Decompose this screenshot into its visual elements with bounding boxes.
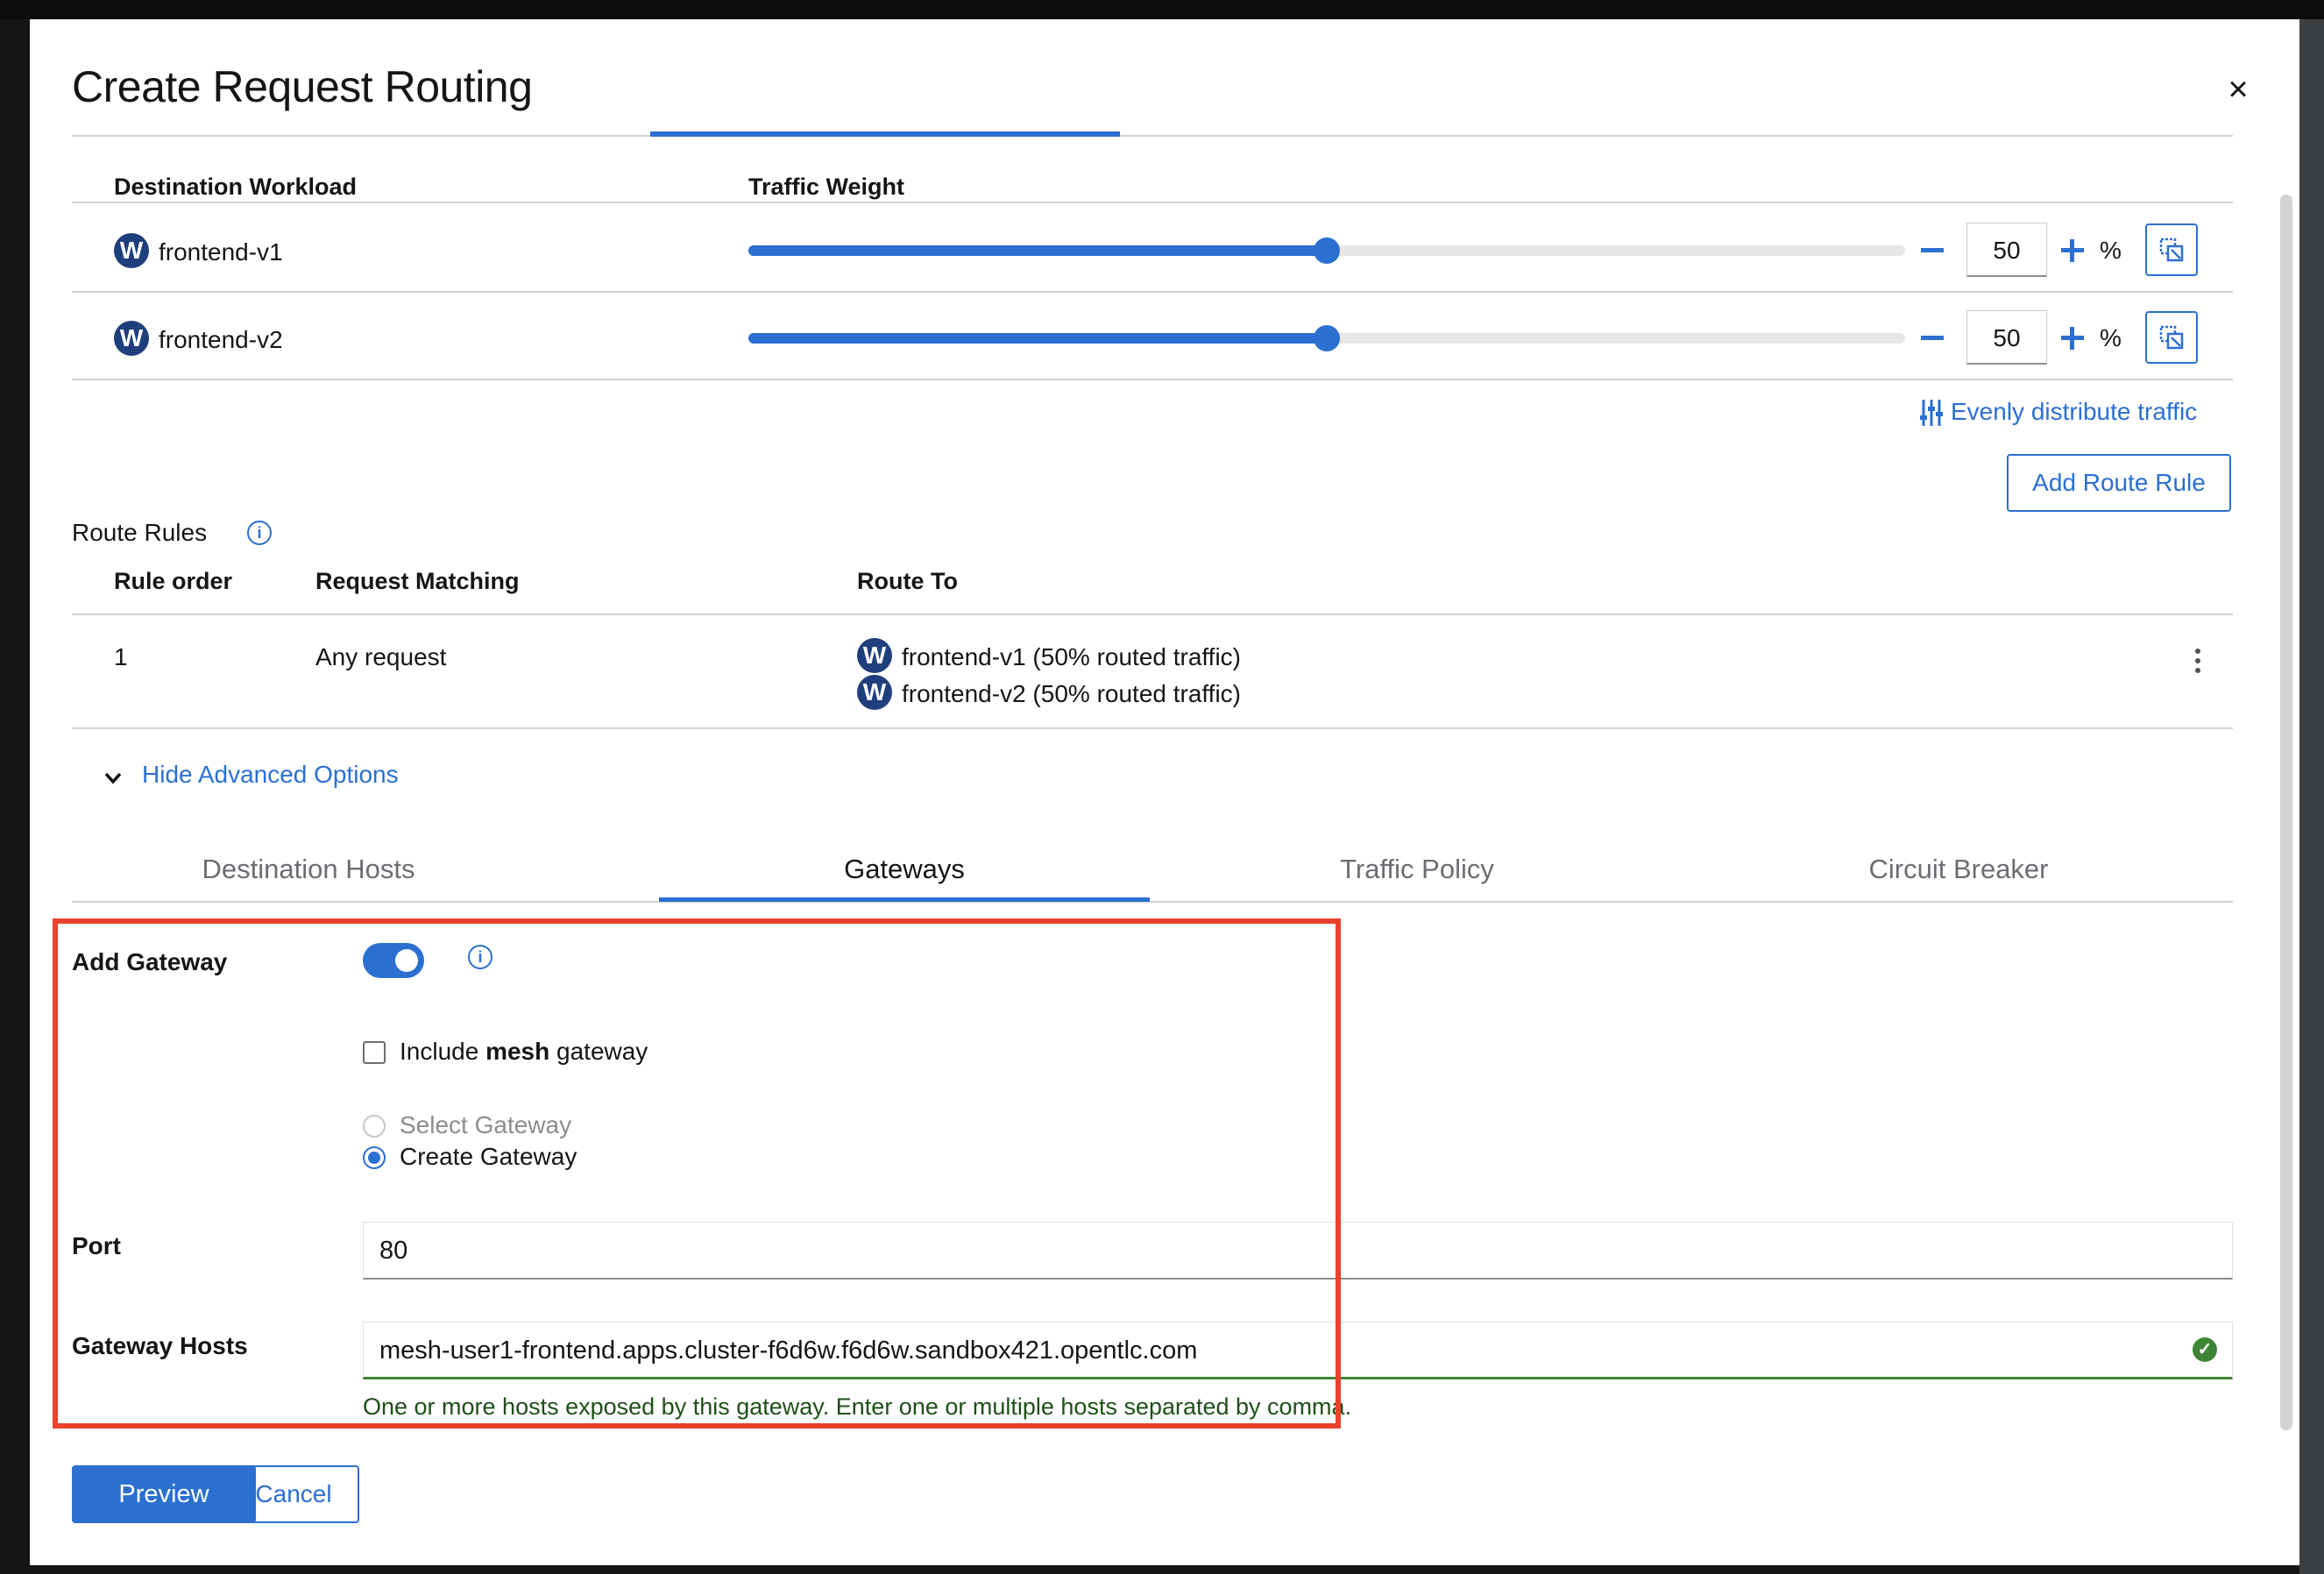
kebab-menu-icon[interactable] — [2189, 647, 2207, 682]
percent-unit: % — [2100, 237, 2122, 264]
rule-order-value: 1 — [114, 643, 128, 670]
cancel-button[interactable]: Cancel — [228, 1465, 359, 1523]
workloads-header-divider — [72, 202, 2233, 203]
workload-name: frontend-v2 — [159, 326, 283, 353]
dialog-title: Create Request Routing — [72, 62, 533, 111]
check-circle-icon: ✓ — [2193, 1337, 2217, 1362]
workload-badge-icon: W — [114, 233, 149, 268]
traffic-weight-slider-handle[interactable] — [1314, 325, 1340, 351]
top-tabs-divider — [72, 135, 2233, 137]
tab-traffic-policy[interactable]: Traffic Policy — [1150, 854, 1684, 885]
column-header-request-matching: Request Matching — [315, 568, 520, 594]
workload-name: frontend-v1 — [159, 238, 283, 266]
info-icon[interactable]: i — [247, 521, 272, 545]
traffic-weight-slider-fill — [748, 245, 1327, 256]
dialog-scrollbar[interactable] — [2280, 195, 2292, 1430]
workloads-bottom-divider — [72, 379, 2233, 380]
tab-active-indicator — [659, 897, 1150, 902]
lock-weight-link-button[interactable] — [2145, 223, 2198, 276]
route-to-value: frontend-v2 (50% routed traffic) — [902, 680, 1242, 707]
hide-advanced-options-label: Hide Advanced Options — [142, 761, 399, 788]
traffic-weight-slider-fill — [748, 333, 1327, 344]
tab-destination-hosts[interactable]: Destination Hosts — [72, 854, 545, 885]
column-header-destination-workload: Destination Workload — [114, 174, 358, 200]
workload-badge-icon: W — [857, 638, 892, 673]
decrease-weight-button[interactable] — [1921, 248, 1944, 252]
workload-badge-icon: W — [857, 675, 892, 710]
request-matching-value: Any request — [315, 643, 447, 670]
close-icon[interactable]: × — [2221, 72, 2256, 107]
route-to-value: frontend-v1 (50% routed traffic) — [902, 643, 1242, 670]
column-header-traffic-weight: Traffic Weight — [748, 174, 905, 200]
top-tab-active-indicator — [650, 131, 1120, 137]
tab-gateways[interactable]: Gateways — [659, 854, 1150, 885]
create-request-routing-dialog: Create Request Routing × Destination Wor… — [30, 19, 2299, 1565]
background-right-edge — [2299, 19, 2324, 1574]
sliders-icon — [1920, 400, 1943, 426]
traffic-weight-input[interactable]: 50 — [1966, 310, 2047, 365]
column-header-route-to: Route To — [857, 568, 958, 594]
workload-badge-icon: W — [114, 321, 149, 356]
chevron-down-icon — [104, 772, 122, 784]
link-icon — [2159, 238, 2184, 262]
add-route-rule-button[interactable]: Add Route Rule — [2007, 454, 2231, 512]
advanced-tabs-divider — [72, 901, 2233, 903]
traffic-weight-input[interactable]: 50 — [1966, 223, 2047, 277]
lock-weight-link-button[interactable] — [2145, 311, 2198, 364]
traffic-weight-slider-handle[interactable] — [1314, 238, 1340, 264]
link-icon — [2159, 325, 2184, 350]
route-rules-title: Route Rules — [72, 519, 208, 546]
highlight-annotation — [53, 918, 1341, 1429]
workloads-row-divider — [72, 291, 2233, 293]
percent-unit: % — [2100, 324, 2122, 351]
background-top-band — [0, 0, 2324, 19]
column-header-rule-order: Rule order — [114, 568, 233, 594]
route-rules-bottom-divider — [72, 727, 2233, 729]
tab-circuit-breaker[interactable]: Circuit Breaker — [1684, 854, 2233, 885]
evenly-distribute-label: Evenly distribute traffic — [1951, 398, 2198, 425]
route-rules-header-divider — [72, 613, 2233, 615]
decrease-weight-button[interactable] — [1921, 336, 1944, 340]
